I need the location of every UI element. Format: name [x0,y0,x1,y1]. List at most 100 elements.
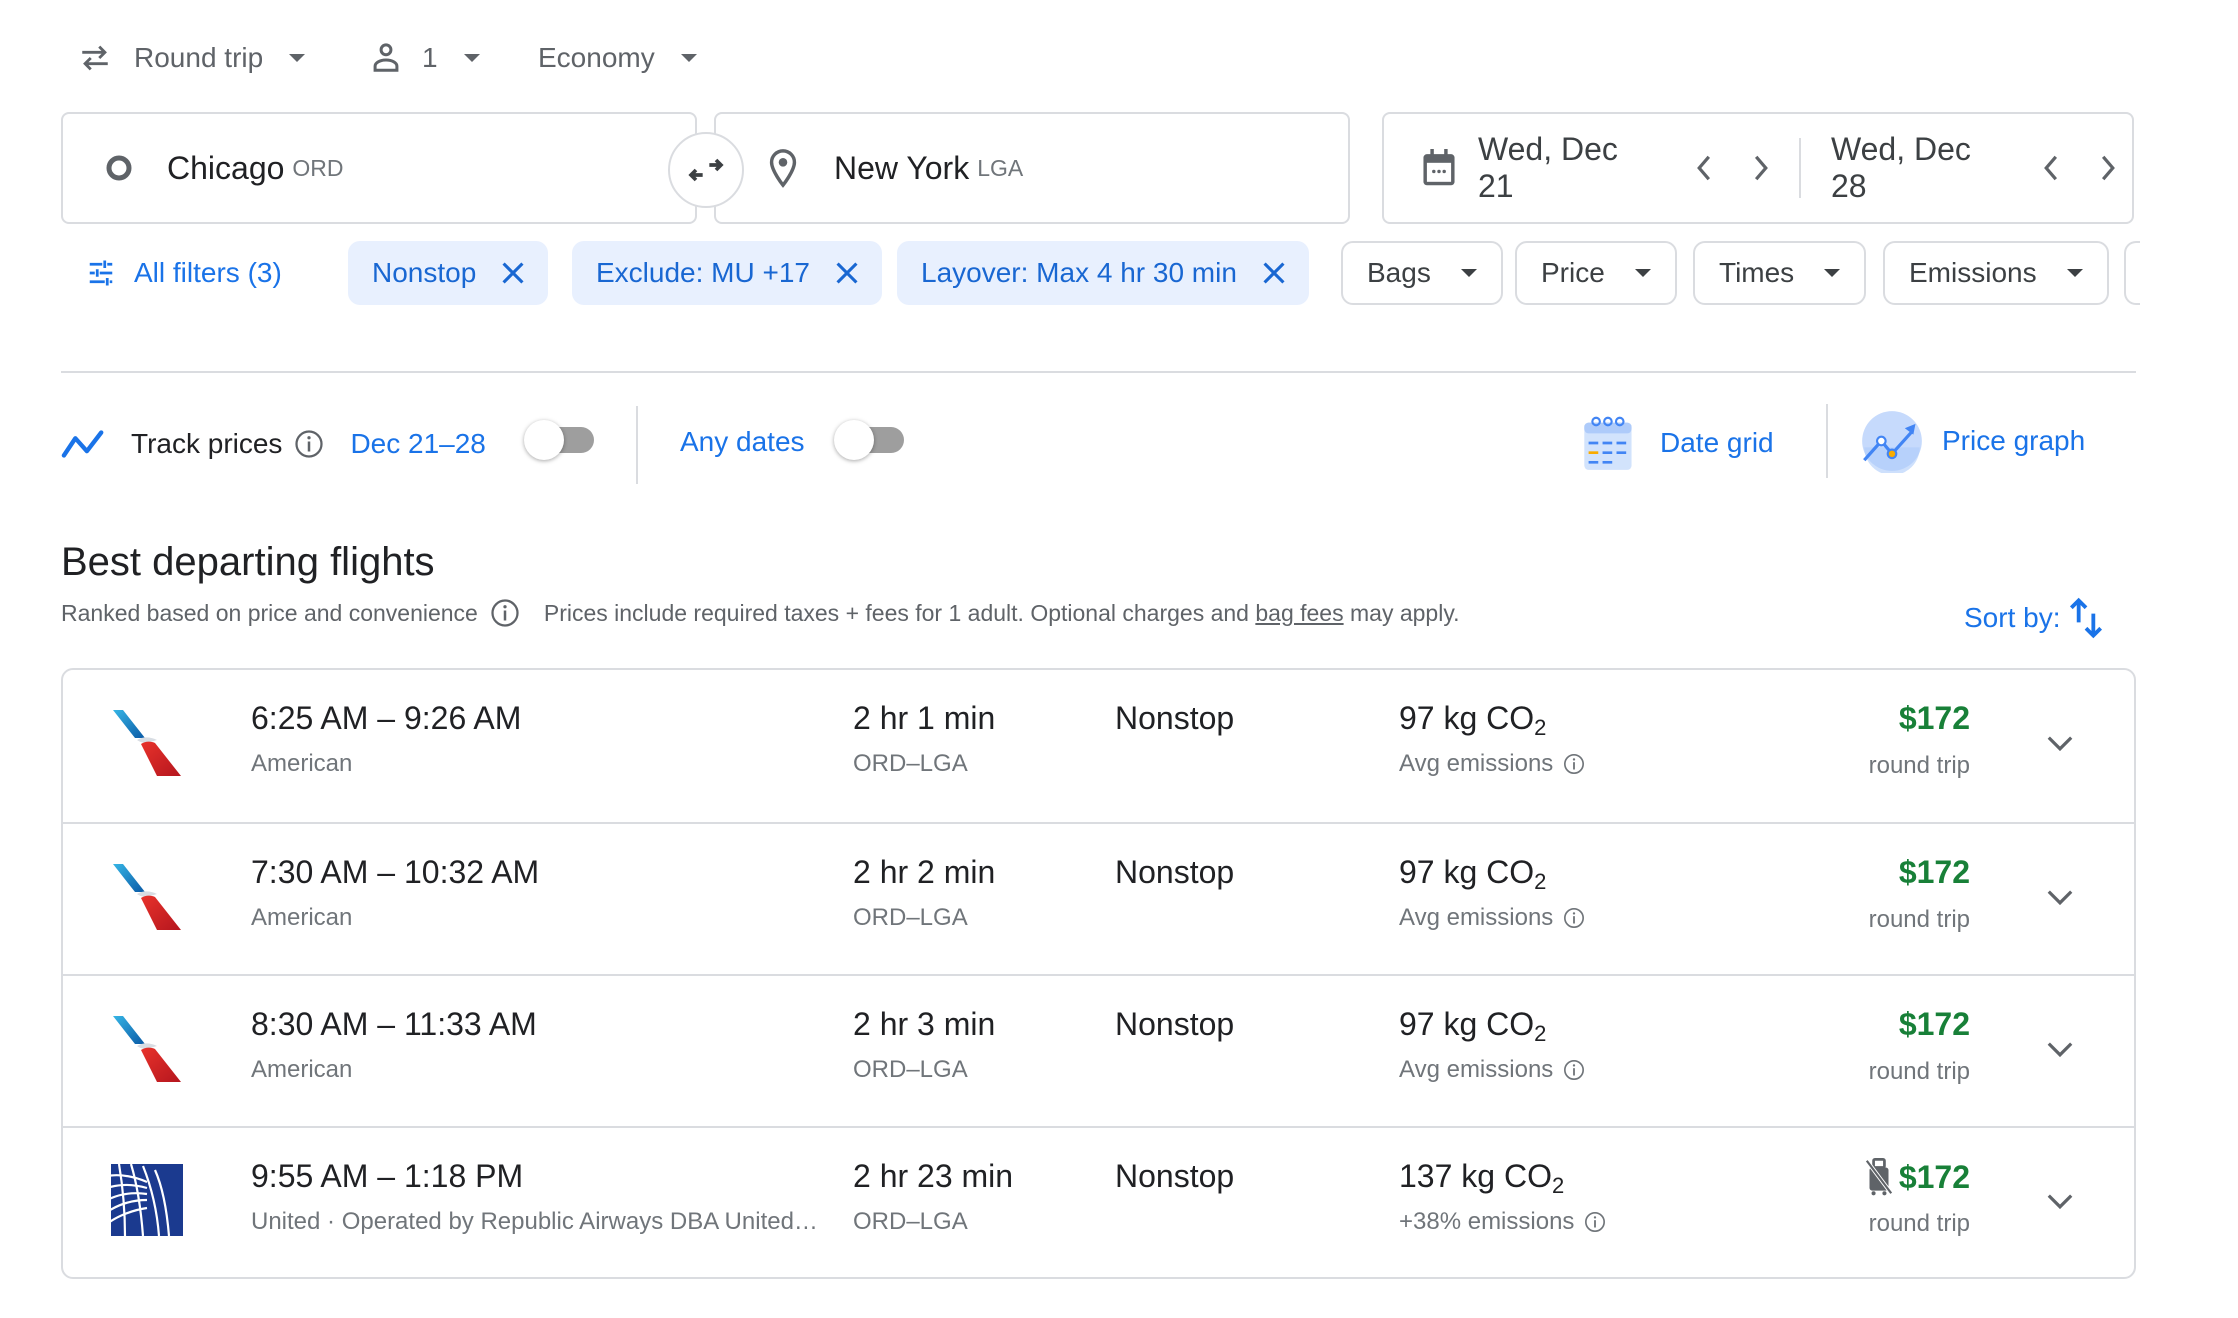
bag-fees-link[interactable]: bag fees [1255,600,1343,627]
flight-list: 6:25 AM – 9:26 AM American 2 hr 1 min ORD–L… [61,668,2136,1279]
origin-field[interactable]: Chicago ORD [61,112,697,224]
united-airlines-logo [106,1163,183,1237]
airline-name: American [251,904,353,931]
filter-dropdown-bags[interactable]: Bags [1341,241,1503,305]
close-icon[interactable] [1263,262,1285,284]
depart-prev-day-button[interactable] [1680,144,1727,192]
emissions-note: Avg emissions [1399,904,1585,932]
flight-row[interactable]: 7:30 AM – 10:32 AM American 2 hr 2 min ORD–… [63,822,2134,974]
chevron-down-icon [1634,269,1651,277]
co2-emissions: 97 kg CO2 [1399,1006,1546,1047]
all-filters-button[interactable]: All filters (3) [62,241,306,305]
track-date-range: Dec 21–28 [350,428,486,459]
filter-chip-label: Layover: Max 4 hr 30 min [921,257,1237,288]
close-icon[interactable] [836,262,858,284]
info-icon[interactable] [1584,1211,1606,1233]
emissions-note-text: +38% emissions [1399,1208,1575,1235]
filter-dropdown-label: Bags [1367,257,1431,288]
expand-chevron-icon[interactable] [2036,1026,2084,1074]
emissions-note-text: Avg emissions [1399,904,1554,931]
emissions-note: Avg emissions [1399,750,1585,778]
results-subtext: Ranked based on price and convenience Pr… [61,598,1460,628]
return-next-day-button[interactable] [2085,144,2132,192]
sort-by-button[interactable]: Sort by: [1964,596,2104,640]
airline-name: United · Operated by Republic Airways DB… [251,1208,818,1235]
depart-next-day-button[interactable] [1738,144,1785,192]
results-heading: Best departing flights [61,540,435,584]
co2-value: 137 kg CO [1399,1158,1552,1194]
filter-chip-nonstop[interactable]: Nonstop [348,241,549,305]
expand-chevron-icon[interactable] [2036,874,2084,922]
info-icon[interactable] [1563,1059,1585,1081]
emissions-note: +38% emissions [1399,1208,1606,1236]
tune-sliders-icon [86,258,116,288]
info-icon[interactable] [294,429,324,459]
close-icon[interactable] [502,262,524,284]
filter-chip-layover[interactable]: Layover: Max 4 hr 30 min [897,241,1309,305]
flight-stops: Nonstop [1115,700,1235,736]
flight-stops: Nonstop [1115,1006,1235,1042]
emissions-note-text: Avg emissions [1399,1056,1554,1083]
price-type: round trip [1868,1058,1970,1085]
origin-code: ORD [292,154,344,181]
date-grid-button[interactable]: Date grid [1582,412,1774,474]
expand-chevron-icon[interactable] [2036,720,2084,768]
date-range-field: Wed, Dec 21 Wed, Dec 28 [1382,112,2134,224]
swap-locations-button[interactable] [668,132,744,208]
any-dates-label: Any dates [680,426,805,457]
any-dates-toggle[interactable] [834,420,906,460]
chevron-down-icon [1824,269,1841,277]
price-value: $172 [1898,854,1970,890]
cabin-class-select[interactable]: Economy [538,36,697,80]
date-divider [1799,138,1801,198]
sort-arrows-icon [2068,596,2104,640]
filter-chip-exclude-airlines[interactable]: Exclude: MU +17 [572,241,882,305]
flight-row[interactable]: 6:25 AM – 9:26 AM American 2 hr 1 min ORD–L… [63,670,2134,822]
expand-chevron-icon[interactable] [2036,1178,2084,1226]
price-type: round trip [1868,752,1970,779]
person-icon [372,43,400,73]
info-icon[interactable] [1563,907,1585,929]
trend-line-icon [61,429,107,459]
co2-emissions: 97 kg CO2 [1399,854,1546,895]
co2-subscript: 2 [1534,715,1547,740]
price-value: $172 [1898,1158,1970,1195]
price-value: $172 [1898,1006,1970,1042]
flight-times: 7:30 AM – 10:32 AM [251,854,540,890]
emissions-note: Avg emissions [1399,1056,1585,1084]
trip-type-select[interactable]: Round trip [78,36,306,80]
return-date[interactable]: Wed, Dec 28 [1831,131,2013,205]
flight-price: $172 [1864,1158,1970,1196]
airline-name: American [251,750,353,777]
flight-row[interactable]: 8:30 AM – 11:33 AM American 2 hr 3 min ORD–… [63,974,2134,1126]
filter-dropdown-overflow[interactable] [2124,241,2140,305]
track-prices-label: Track prices [131,428,283,459]
filter-dropdown-emissions[interactable]: Emissions [1883,241,2109,305]
price-note-suffix: may apply. [1343,599,1460,626]
destination-field[interactable]: New York LGA [714,112,1350,224]
passenger-select[interactable]: 1 [372,36,480,80]
section-divider [61,371,2136,373]
track-prices-group: Track prices Dec 21–28 [61,420,486,468]
co2-subscript: 2 [1534,869,1547,894]
info-icon[interactable] [1563,753,1585,775]
depart-date[interactable]: Wed, Dec 21 [1478,131,1660,205]
trip-type-label: Round trip [134,42,264,73]
filter-dropdown-times[interactable]: Times [1693,241,1867,305]
price-graph-button[interactable]: Price graph [1860,408,2085,474]
flight-route: ORD–LGA [853,904,968,931]
american-airlines-logo [111,1012,183,1084]
filter-dropdown-label: Emissions [1909,257,2037,288]
flight-duration: 2 hr 23 min [853,1158,1014,1194]
origin-city: Chicago [167,149,285,186]
co2-emissions: 137 kg CO2 [1399,1158,1564,1199]
track-dates-toggle[interactable] [524,420,596,460]
info-icon[interactable] [490,598,520,628]
filter-dropdown-price[interactable]: Price [1515,241,1677,305]
chevron-down-icon [2066,269,2083,277]
american-airlines-logo [111,860,183,932]
return-prev-day-button[interactable] [2027,144,2074,192]
flight-stops: Nonstop [1115,1158,1235,1194]
flight-row[interactable]: 9:55 AM – 1:18 PM United · Operated by Re… [63,1126,2134,1277]
flight-times: 6:25 AM – 9:26 AM [251,700,522,736]
